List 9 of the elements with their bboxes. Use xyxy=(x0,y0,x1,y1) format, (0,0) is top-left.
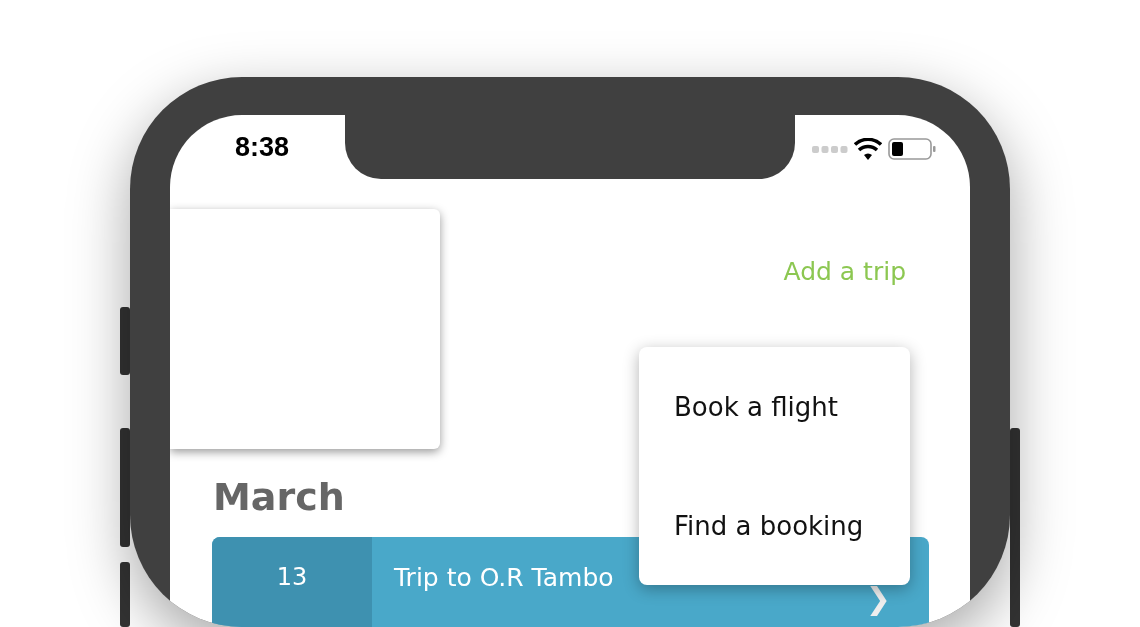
signal-icon xyxy=(812,145,848,153)
trip-title: Trip to O.R Tambo xyxy=(394,563,614,592)
battery-icon xyxy=(888,138,936,160)
status-time: 8:38 xyxy=(235,131,290,163)
wifi-icon xyxy=(854,138,882,160)
menu-item[interactable]: Book a flight xyxy=(639,390,910,423)
trip-day: 13 xyxy=(276,563,308,591)
chevron-icon: ❯ xyxy=(865,581,891,616)
month-heading: March xyxy=(213,474,346,521)
